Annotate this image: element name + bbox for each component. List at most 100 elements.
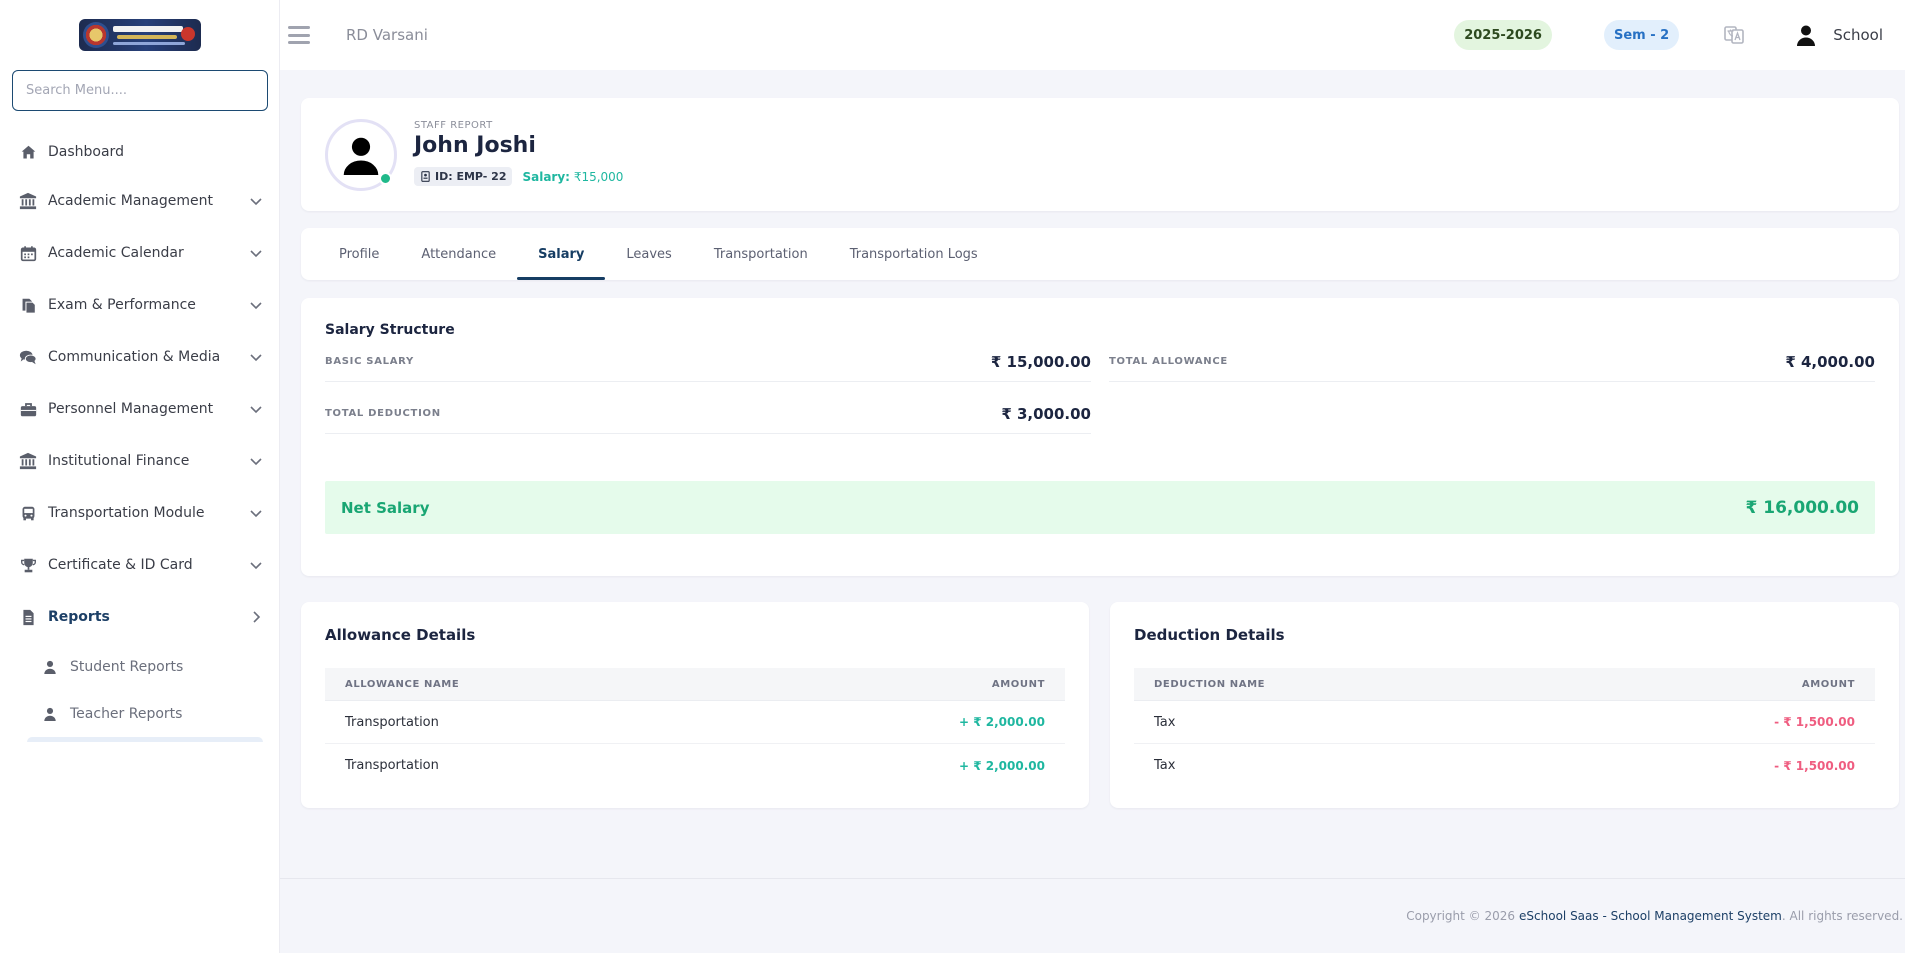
id-card-icon [421, 171, 430, 182]
deduction-details-card: Deduction Details DEDUCTION NAME AMOUNT … [1110, 602, 1899, 808]
sidebar-item-label: Academic Management [48, 193, 214, 209]
main-content: STAFF REPORT John Joshi ID: EMP- 22 Sala… [280, 70, 1905, 953]
online-status-dot [379, 172, 392, 185]
tab-leaves[interactable]: Leaves [605, 228, 692, 280]
chevron-down-icon [250, 562, 262, 570]
sidebar-item-label: Academic Calendar [48, 245, 184, 261]
column-header: ALLOWANCE NAME [345, 678, 460, 690]
sidebar-item-personnel-management[interactable]: Personnel Management [0, 383, 279, 435]
tab-salary[interactable]: Salary [517, 228, 606, 280]
column-header: DEDUCTION NAME [1154, 678, 1266, 690]
sidebar-item-label: Personnel Management [48, 401, 214, 417]
total-allowance-label: TOTAL ALLOWANCE [1109, 356, 1228, 367]
logo-container [0, 0, 279, 70]
profile-name: John Joshi [414, 133, 536, 158]
tab-profile[interactable]: Profile [318, 228, 400, 280]
sidebar-item-academic-management[interactable]: Academic Management [0, 175, 279, 227]
tab-transportation[interactable]: Transportation [693, 228, 829, 280]
topbar-right: 2025-2026 Sem - 2 School [1454, 20, 1905, 50]
basic-salary-row: BASIC SALARY ₹ 15,000.00 [325, 342, 1091, 382]
sidebar-menu: Dashboard Academic Management Academic C… [0, 129, 279, 742]
trophy-icon [18, 555, 38, 575]
profile-tag: STAFF REPORT [414, 120, 493, 131]
sidebar-item-transportation-module[interactable]: Transportation Module [0, 487, 279, 539]
total-allowance-row: TOTAL ALLOWANCE ₹ 4,000.00 [1109, 342, 1875, 382]
deduction-table: DEDUCTION NAME AMOUNT Tax - ₹ 1,500.00 T… [1134, 668, 1875, 787]
footer-link[interactable]: eSchool Saas - School Management System [1519, 909, 1782, 923]
chevron-right-icon [253, 611, 261, 623]
user-icon [42, 706, 58, 722]
sidebar-item-academic-calendar[interactable]: Academic Calendar [0, 227, 279, 279]
sidebar-item-communication-media[interactable]: Communication & Media [0, 331, 279, 383]
sidebar-item-reports[interactable]: Reports [0, 591, 279, 643]
school-name: RD Varsani [346, 26, 428, 44]
bus-icon [18, 503, 38, 523]
column-header: AMOUNT [991, 678, 1045, 690]
user-avatar-icon[interactable] [1795, 24, 1817, 46]
table-row: Transportation + ₹ 2,000.00 [325, 744, 1065, 787]
sidebar-item-exam-performance[interactable]: Exam & Performance [0, 279, 279, 331]
column-header: AMOUNT [1801, 678, 1855, 690]
bank-icon [18, 191, 38, 211]
calendar-icon [18, 243, 38, 263]
allowance-name: Transportation [345, 758, 439, 773]
semester-badge[interactable]: Sem - 2 [1603, 20, 1680, 50]
employee-id-text: ID: EMP- 22 [435, 170, 507, 183]
basic-salary-value: ₹ 15,000.00 [990, 352, 1091, 371]
allowance-table: ALLOWANCE NAME AMOUNT Transportation + ₹… [325, 668, 1065, 787]
sidebar-subitem-label: Student Reports [70, 658, 184, 675]
sidebar-item-institutional-finance[interactable]: Institutional Finance [0, 435, 279, 487]
sidebar-item-certificate-id-card[interactable]: Certificate & ID Card [0, 539, 279, 591]
total-deduction-value: ₹ 3,000.00 [1001, 404, 1091, 423]
bank-icon [18, 451, 38, 471]
salary-meta-label: Salary: [522, 169, 570, 184]
chevron-down-icon [250, 510, 262, 518]
active-subitem-indicator [27, 737, 263, 742]
user-name[interactable]: School [1833, 26, 1883, 44]
profile-meta: ID: EMP- 22 Salary: ₹15,000 [414, 167, 623, 186]
salary-meta: Salary: ₹15,000 [522, 170, 623, 184]
chevron-down-icon [250, 458, 262, 466]
total-deduction-label: TOTAL DEDUCTION [325, 408, 441, 419]
basic-salary-label: BASIC SALARY [325, 356, 414, 367]
employee-id-badge: ID: EMP- 22 [414, 167, 513, 186]
user-icon [343, 137, 379, 175]
sidebar-item-label: Communication & Media [48, 349, 221, 365]
salary-structure-title: Salary Structure [325, 322, 455, 338]
deduction-table-header: DEDUCTION NAME AMOUNT [1134, 668, 1875, 701]
copy-icon [18, 295, 38, 315]
sidebar-item-label: Institutional Finance [48, 453, 190, 469]
net-salary-value: ₹ 16,000.00 [1745, 497, 1859, 518]
table-row: Tax - ₹ 1,500.00 [1134, 701, 1875, 744]
sidebar-item-label: Certificate & ID Card [48, 557, 193, 573]
session-year-badge[interactable]: 2025-2026 [1454, 20, 1552, 50]
tab-attendance[interactable]: Attendance [400, 228, 517, 280]
total-allowance-value: ₹ 4,000.00 [1785, 352, 1875, 371]
deduction-amount: - ₹ 1,500.00 [1774, 715, 1855, 729]
allowance-details-card: Allowance Details ALLOWANCE NAME AMOUNT … [301, 602, 1089, 808]
school-logo[interactable] [78, 19, 201, 51]
sidebar-item-label: Exam & Performance [48, 297, 196, 313]
deduction-name: Tax [1154, 714, 1176, 730]
profile-card: STAFF REPORT John Joshi ID: EMP- 22 Sala… [301, 98, 1899, 211]
avatar [325, 119, 397, 191]
salary-meta-value: ₹15,000 [573, 169, 624, 184]
deduction-amount: - ₹ 1,500.00 [1774, 758, 1855, 773]
chevron-down-icon [250, 198, 262, 206]
menu-toggle-icon[interactable] [288, 26, 310, 44]
total-deduction-row: TOTAL DEDUCTION ₹ 3,000.00 [325, 394, 1091, 434]
sidebar-subitem-student-reports[interactable]: Student Reports [0, 643, 279, 690]
translate-icon[interactable] [1723, 24, 1745, 46]
table-row: Transportation + ₹ 2,000.00 [325, 701, 1065, 744]
sidebar-item-dashboard[interactable]: Dashboard [0, 129, 279, 175]
briefcase-icon [18, 399, 38, 419]
sidebar: Dashboard Academic Management Academic C… [0, 0, 280, 953]
search-menu-input[interactable] [12, 70, 268, 111]
chevron-down-icon [250, 354, 262, 362]
tab-transportation-logs[interactable]: Transportation Logs [829, 228, 999, 280]
search-wrap [0, 70, 279, 111]
sidebar-subitem-teacher-reports[interactable]: Teacher Reports [0, 690, 279, 737]
allowance-name: Transportation [345, 714, 439, 730]
sidebar-item-label: Transportation Module [48, 505, 205, 521]
allowance-amount: + ₹ 2,000.00 [959, 758, 1045, 773]
